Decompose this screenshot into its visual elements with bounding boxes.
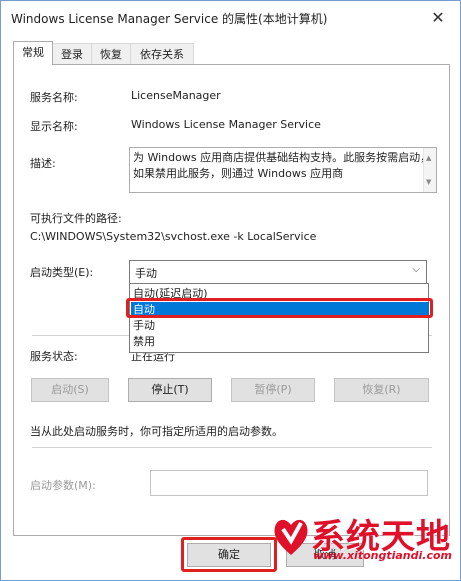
ok-highlight-box	[181, 537, 277, 572]
start-params-input[interactable]	[150, 470, 428, 496]
highlight-box	[126, 298, 433, 318]
path-label: 可执行文件的路径:	[30, 212, 122, 225]
startup-type-select[interactable]: 手动 ⌵	[129, 260, 427, 284]
display-name-label: 显示名称:	[30, 120, 78, 133]
start-params-label: 启动参数(M):	[30, 479, 96, 492]
startup-option-manual[interactable]: 手动	[131, 318, 429, 333]
tab-logon[interactable]: 登录	[52, 43, 92, 65]
display-name-value: Windows License Manager Service	[131, 118, 321, 131]
startup-type-dropdown: 自动(延迟启动) 自动 手动 禁用	[129, 283, 429, 353]
stop-button[interactable]: 停止(T)	[128, 378, 212, 402]
resume-button[interactable]: 恢复(R)	[334, 378, 429, 402]
description-text: 为 Windows 应用商店提供基础结构支持。此服务按需启动，如果禁用此服务，则…	[133, 151, 432, 180]
watermark: 系统天地 www.xitongtiandi.com	[267, 507, 457, 579]
description-box[interactable]: 为 Windows 应用商店提供基础结构支持。此服务按需启动，如果禁用此服务，则…	[129, 147, 437, 193]
scroll-up-icon[interactable]: ▲	[426, 150, 431, 166]
title-bar: Windows License Manager Service 的属性(本地计算…	[1, 1, 460, 35]
description-label: 描述:	[30, 157, 56, 170]
watermark-url: www.xitongtiandi.com	[313, 549, 452, 562]
general-tab-panel: 服务名称: LicenseManager 显示名称: Windows Licen…	[13, 64, 450, 536]
scroll-down-icon[interactable]: ▼	[426, 174, 431, 190]
path-value: C:\WINDOWS\System32\svchost.exe -k Local…	[30, 230, 317, 243]
service-status-label: 服务状态:	[30, 350, 78, 363]
chevron-down-icon[interactable]: ⌵	[412, 264, 420, 275]
startup-type-label: 启动类型(E):	[30, 266, 94, 279]
close-icon[interactable]: ✕	[424, 6, 452, 30]
startup-option-disabled[interactable]: 禁用	[131, 334, 429, 349]
heart-logo-icon	[274, 519, 308, 555]
window-title: Windows License Manager Service 的属性(本地计算…	[11, 12, 328, 26]
startup-type-current: 手动	[135, 267, 157, 280]
tab-general[interactable]: 常规	[13, 41, 53, 65]
start-button[interactable]: 启动(S)	[31, 378, 109, 402]
description-scrollbar[interactable]: ▲ ▼	[423, 148, 436, 192]
hint-text: 当从此处启动服务时，你可指定所适用的启动参数。	[30, 425, 283, 438]
service-name-value: LicenseManager	[131, 89, 221, 102]
tab-dependencies[interactable]: 依存关系	[130, 43, 194, 65]
pause-button[interactable]: 暂停(P)	[231, 378, 315, 402]
tab-recovery[interactable]: 恢复	[91, 43, 131, 65]
service-name-label: 服务名称:	[30, 91, 78, 104]
properties-dialog: Windows License Manager Service 的属性(本地计算…	[0, 0, 461, 581]
separator	[32, 447, 432, 448]
